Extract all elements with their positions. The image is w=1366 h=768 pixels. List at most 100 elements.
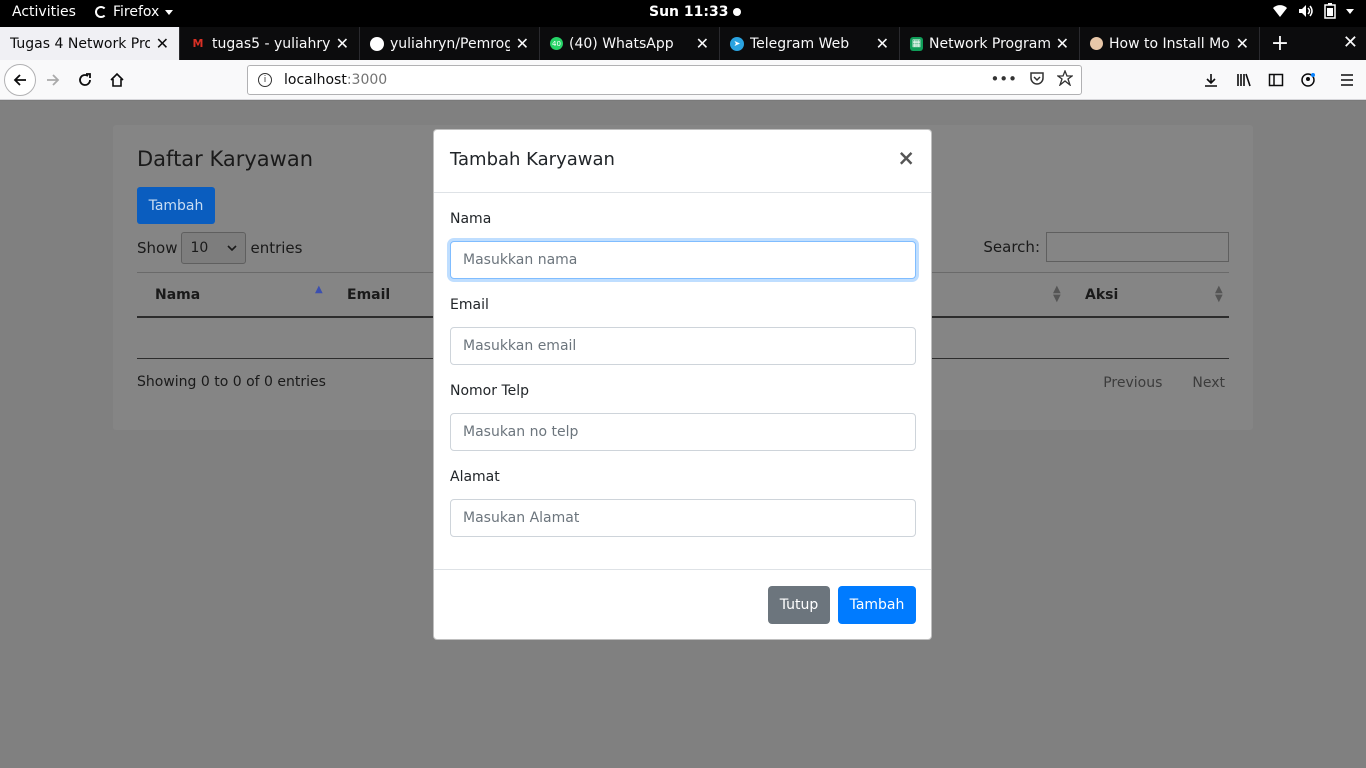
submit-button[interactable]: Tambah [838, 586, 916, 624]
table-info: Showing 0 to 0 of 0 entries [137, 374, 326, 390]
address-input[interactable] [450, 499, 916, 537]
home-button[interactable] [102, 65, 132, 95]
account-button[interactable] [1293, 65, 1323, 95]
window-close-icon[interactable]: ✕ [1343, 32, 1358, 53]
url-port: :3000 [346, 72, 388, 88]
battery-icon [1324, 3, 1336, 19]
arrow-right-icon [47, 74, 60, 86]
library-button[interactable] [1229, 65, 1259, 95]
chevron-down-icon [1346, 8, 1354, 14]
browser-tab[interactable]: ➤ Telegram Web ✕ [720, 27, 900, 60]
previous-button[interactable]: Previous [1103, 375, 1162, 391]
entries-label: entries [250, 239, 303, 257]
add-employee-button[interactable]: Tambah [137, 187, 215, 224]
page-title: Daftar Karyawan [137, 147, 314, 171]
arrow-left-icon [13, 74, 26, 86]
nama-input[interactable] [450, 241, 916, 279]
search-label: Search: [983, 238, 1040, 256]
email-input[interactable] [450, 327, 916, 365]
table-search: Search: [983, 232, 1229, 262]
page-length-value: 10 [190, 240, 209, 256]
next-button[interactable]: Next [1192, 375, 1225, 391]
browser-tab[interactable]: 40 (40) WhatsApp ✕ [540, 27, 720, 60]
url-host: localhost [284, 72, 347, 88]
show-label: Show [137, 239, 178, 257]
browser-tab[interactable]: M tugas5 - yuliahryn@ ✕ [180, 27, 360, 60]
close-button[interactable]: Tutup [768, 586, 830, 624]
modal-footer-divider [434, 569, 931, 570]
library-icon [1237, 73, 1251, 87]
home-icon [110, 72, 124, 87]
bookmark-star-icon[interactable] [1057, 70, 1073, 86]
browser-tab[interactable]: ▦ Network Programi ✕ [900, 27, 1080, 60]
tab-label: yuliahryn/Pemrogr [390, 35, 510, 52]
close-icon[interactable]: × [897, 146, 915, 170]
column-header-email[interactable]: Email [347, 287, 390, 303]
pagination: Previous Next [1103, 375, 1225, 391]
sort-asc-icon: ▲ [315, 284, 323, 295]
phone-input[interactable] [450, 413, 916, 451]
close-icon[interactable]: ✕ [1056, 34, 1069, 53]
app-menu[interactable]: Firefox [95, 4, 174, 20]
search-input[interactable] [1046, 232, 1229, 262]
menu-button[interactable] [1332, 65, 1362, 95]
downloads-button[interactable] [1196, 65, 1226, 95]
system-status-area[interactable] [1272, 3, 1354, 19]
activities-button[interactable]: Activities [12, 4, 76, 20]
sort-icon: ▲ ▼ [1053, 284, 1061, 304]
column-header-nama[interactable]: Nama [155, 287, 200, 303]
sidebar-button[interactable] [1261, 65, 1291, 95]
close-icon[interactable]: ✕ [876, 34, 889, 53]
clock[interactable]: Sun 11:33 [649, 4, 742, 20]
hamburger-icon [1341, 74, 1353, 86]
nama-label: Nama [450, 211, 492, 227]
browser-tab[interactable]: How to Install Mon ✕ [1080, 27, 1260, 60]
tab-label: Tugas 4 Network Prog [10, 35, 150, 52]
chevron-down-icon [227, 245, 238, 251]
forward-button[interactable] [38, 65, 68, 95]
tab-label: How to Install Mon [1109, 35, 1230, 52]
sidebar-icon [1268, 73, 1284, 87]
add-employee-modal: Tambah Karyawan × Nama Email Nomor Telp … [433, 129, 932, 640]
info-icon[interactable]: i [258, 73, 272, 87]
clock-text: Sun 11:33 [649, 4, 729, 20]
page-length-select[interactable]: 10 [181, 232, 247, 264]
account-icon [1301, 73, 1315, 87]
url-bar[interactable]: i localhost:3000 ••• [247, 65, 1082, 95]
email-label: Email [450, 297, 489, 313]
more-icon[interactable]: ••• [990, 70, 1017, 88]
tab-label: tugas5 - yuliahryn@ [212, 35, 330, 52]
volume-icon [1299, 5, 1313, 17]
system-top-bar: Activities Firefox Sun 11:33 [0, 0, 1366, 27]
whatsapp-icon: 40 [550, 37, 563, 50]
browser-tab[interactable]: Tugas 4 Network Prog ✕ [0, 27, 180, 60]
close-icon[interactable]: ✕ [516, 34, 529, 53]
close-icon[interactable]: ✕ [156, 34, 169, 53]
browser-tab-strip: Tugas 4 Network Prog ✕ M tugas5 - yuliah… [0, 27, 1366, 60]
wifi-icon [1273, 5, 1287, 17]
close-icon[interactable]: ✕ [336, 34, 349, 53]
pocket-icon[interactable] [1029, 70, 1045, 86]
new-tab-button[interactable]: + [1260, 27, 1300, 60]
close-icon[interactable]: ✕ [696, 34, 709, 53]
url-actions: ••• [990, 70, 1073, 88]
reload-icon [79, 73, 91, 86]
download-icon [1205, 74, 1217, 87]
firefox-icon [95, 6, 107, 18]
chevron-down-icon [165, 9, 174, 15]
sheets-icon: ▦ [910, 36, 923, 51]
modal-header: Tambah Karyawan × [434, 130, 931, 193]
phone-label: Nomor Telp [450, 383, 530, 399]
tab-label: Telegram Web [750, 35, 850, 52]
app-name: Firefox [113, 4, 160, 20]
back-button[interactable] [4, 64, 36, 96]
modal-title: Tambah Karyawan [450, 149, 615, 170]
reload-button[interactable] [70, 65, 100, 95]
browser-tab[interactable]: yuliahryn/Pemrogr ✕ [360, 27, 540, 60]
close-icon[interactable]: ✕ [1236, 34, 1249, 53]
notification-dot-icon [733, 8, 742, 16]
page-length-control: Show 10 entries [137, 232, 302, 264]
column-header-aksi[interactable]: Aksi [1085, 287, 1118, 303]
gmail-icon: M [192, 37, 204, 50]
tab-label: (40) WhatsApp [569, 35, 674, 52]
